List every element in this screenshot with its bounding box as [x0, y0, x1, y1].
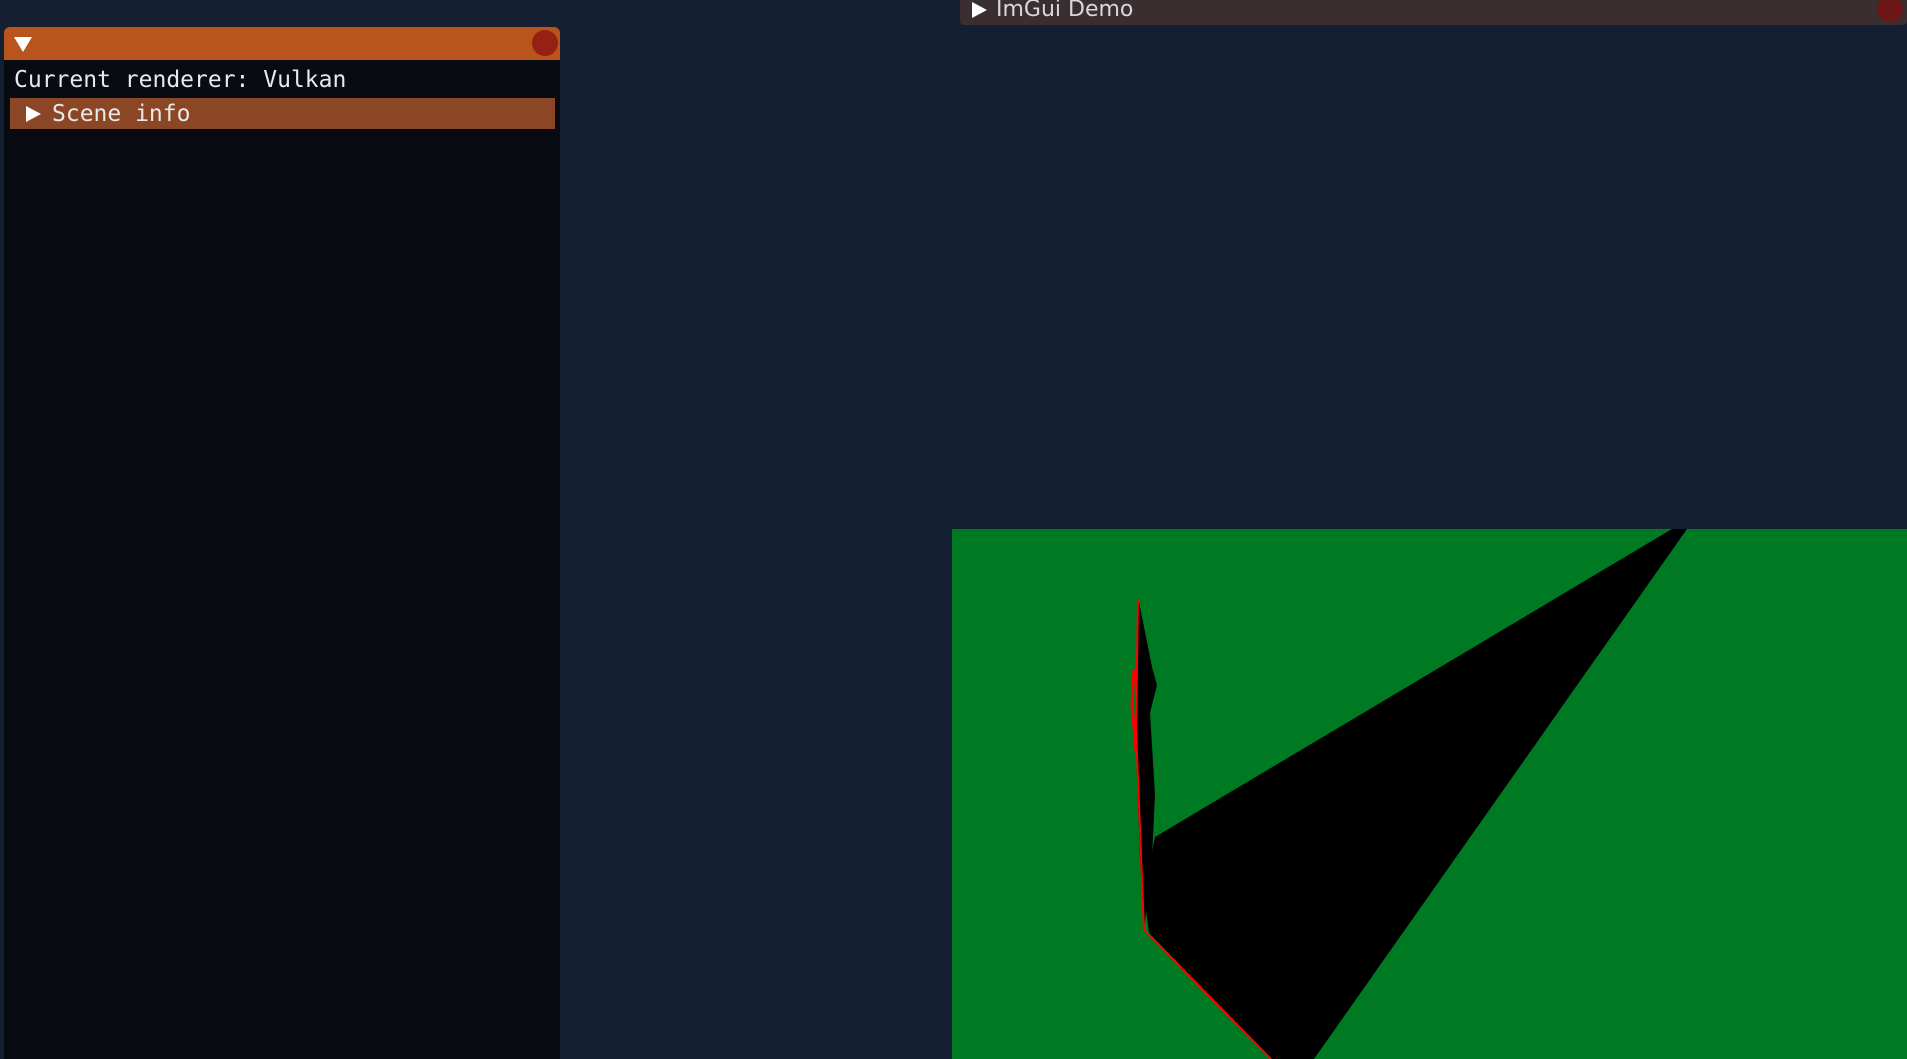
scene-info-header[interactable]: Scene info	[10, 98, 555, 129]
scene-info-label: Scene info	[52, 101, 191, 127]
scene-render-view	[952, 529, 1907, 1059]
imgui-demo-window[interactable]: ImGui Demo	[960, 0, 1907, 25]
close-icon[interactable]	[1877, 0, 1903, 22]
collapse-arrow-icon[interactable]	[14, 37, 32, 52]
app-viewport: Current renderer: Vulkan Scene info ImGu…	[0, 0, 1907, 1059]
expand-arrow-icon	[26, 106, 41, 122]
window-titlebar[interactable]	[4, 27, 560, 60]
expand-arrow-icon[interactable]	[972, 2, 987, 18]
demo-window-title: ImGui Demo	[996, 0, 1134, 22]
renderer-info-window[interactable]: Current renderer: Vulkan Scene info	[4, 27, 560, 1059]
current-renderer-label: Current renderer: Vulkan	[14, 67, 347, 93]
close-icon[interactable]	[532, 30, 558, 56]
